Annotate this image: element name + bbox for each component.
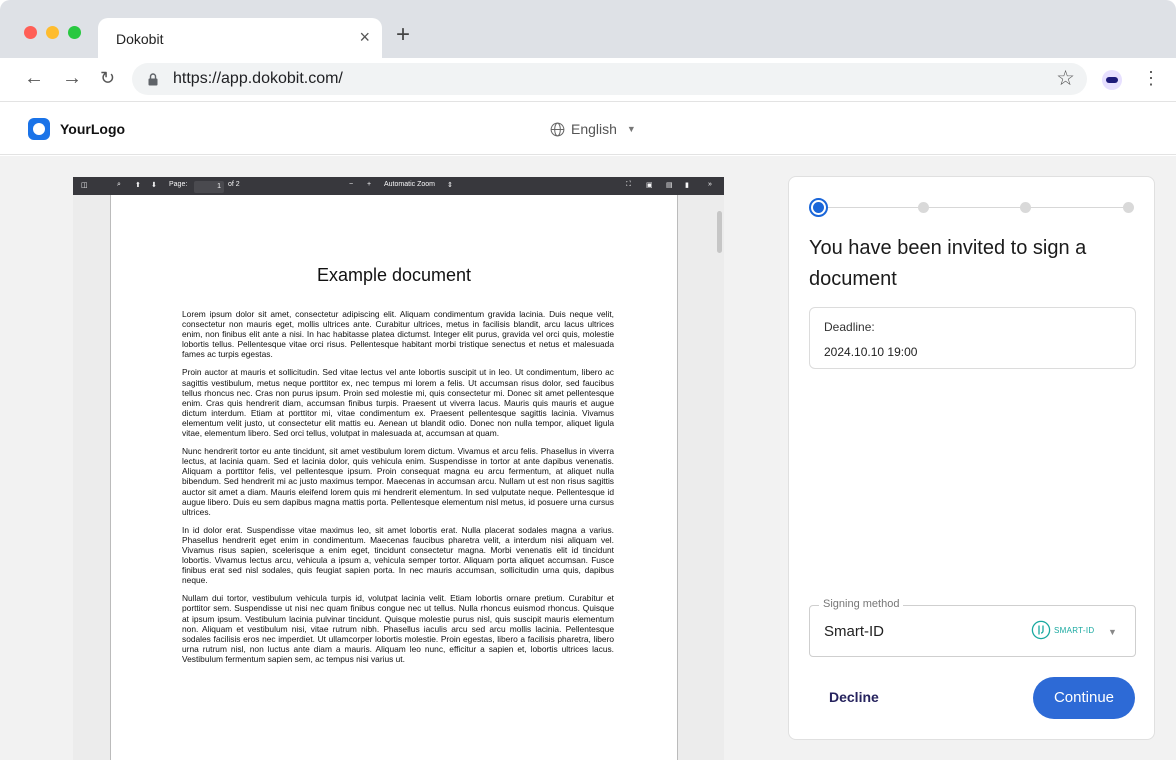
browser-toolbar: ← → ↻ https://app.dokobit.com/ ☆ ⋮ — [0, 58, 1176, 102]
deadline-box: Deadline: 2024.10.10 19:00 — [809, 307, 1136, 369]
close-window-button[interactable] — [24, 26, 37, 39]
chevron-down-icon: ▼ — [1108, 627, 1117, 637]
continue-button[interactable]: Continue — [1033, 677, 1135, 719]
document-body: Lorem ipsum dolor sit amet, consectetur … — [182, 309, 614, 672]
smart-id-logo: SMART-ID — [1031, 620, 1094, 640]
app-header: YourLogo English ▼ — [0, 103, 1176, 155]
document-title: Example document — [316, 265, 472, 285]
address-bar[interactable]: https://app.dokobit.com/ ☆ — [132, 63, 1087, 95]
presentation-mode-icon[interactable]: ⛶ — [626, 181, 631, 189]
more-tools-icon[interactable]: » — [708, 181, 712, 188]
card-heading: You have been invited to sign a document — [809, 237, 1087, 290]
document-paragraph: In id dolor erat. Suspendisse vitae maxi… — [182, 524, 614, 586]
window-controls — [24, 26, 81, 39]
pdf-toolbar: ◫ ⌕ ⬆ ⬇ Page: 1 of 2 − + Automatic Zoom … — [73, 177, 724, 195]
zoom-out-button[interactable]: − — [349, 181, 353, 188]
back-arrow-icon[interactable]: ← — [24, 67, 44, 89]
pdf-search-icon[interactable]: ⌕ — [117, 181, 121, 189]
progress-stepper — [809, 198, 1139, 218]
smart-id-logo-text: SMART-ID — [1054, 625, 1095, 635]
browser-tab[interactable]: Dokobit × — [98, 18, 382, 58]
tab-title: Dokobit — [116, 31, 164, 47]
step-2 — [918, 202, 929, 213]
globe-icon — [550, 122, 565, 136]
smart-id-icon — [1031, 620, 1051, 640]
minimize-window-button[interactable] — [46, 26, 59, 39]
deadline-value: 2024.10.10 19:00 — [824, 345, 918, 359]
logo-text: YourLogo — [60, 121, 126, 137]
pdf-page: Example document Lorem ipsum dolor sit a… — [110, 195, 678, 760]
page-number-input[interactable]: 1 — [194, 181, 224, 193]
lock-icon — [148, 73, 158, 86]
pdf-viewer: ◫ ⌕ ⬆ ⬇ Page: 1 of 2 − + Automatic Zoom … — [73, 177, 724, 760]
maximize-window-button[interactable] — [68, 26, 81, 39]
previous-page-icon[interactable]: ⬆ — [135, 181, 141, 189]
step-1-active — [809, 198, 828, 217]
decline-button[interactable]: Decline — [829, 689, 879, 705]
tab-close-icon[interactable]: × — [359, 27, 370, 47]
bookmark-star-icon[interactable]: ☆ — [1056, 66, 1075, 91]
url-text[interactable]: https://app.dokobit.com/ — [173, 70, 343, 88]
zoom-select-chevron-icon: ⇕ — [447, 182, 453, 189]
next-page-icon[interactable]: ⬇ — [151, 181, 157, 189]
logo-icon — [28, 118, 50, 140]
document-paragraph: Nullam dui tortor, vestibulum vehicula t… — [182, 593, 614, 664]
reload-icon[interactable]: ↻ — [100, 67, 115, 89]
extension-icon[interactable] — [1102, 70, 1122, 90]
forward-arrow-icon[interactable]: → — [62, 67, 82, 89]
document-paragraph: Lorem ipsum dolor sit amet, consectetur … — [182, 309, 614, 360]
signing-method-value: Smart-ID — [824, 623, 884, 640]
stepper-line — [819, 207, 1129, 208]
signing-method-label: Signing method — [819, 598, 904, 610]
pdf-scrollbar[interactable] — [716, 195, 724, 760]
main-content: ◫ ⌕ ⬆ ⬇ Page: 1 of 2 − + Automatic Zoom … — [0, 156, 1176, 760]
page-label: Page: — [169, 181, 188, 188]
document-paragraph: Nunc hendrerit tortor eu ante tincidunt,… — [182, 446, 614, 517]
signing-card: You have been invited to sign a document… — [788, 176, 1155, 740]
download-icon[interactable]: ▤ — [666, 181, 673, 189]
browser-menu-icon[interactable]: ⋮ — [1142, 68, 1160, 89]
language-label: English — [571, 121, 617, 137]
zoom-in-button[interactable]: + — [367, 181, 371, 188]
step-3 — [1020, 202, 1031, 213]
signing-method-select[interactable]: Signing method Smart-ID SMART-ID ▼ — [809, 598, 1136, 657]
document-paragraph: Proin auctor at mauris et sollicitudin. … — [182, 367, 614, 439]
new-tab-icon[interactable]: + — [396, 22, 410, 48]
page-total: of 2 — [228, 181, 240, 188]
chevron-down-icon: ▼ — [626, 124, 636, 134]
sidebar-toggle-icon[interactable]: ◫ — [81, 181, 88, 189]
browser-tab-bar: Dokobit × + — [0, 0, 1176, 58]
pdf-scrollbar-thumb[interactable] — [717, 211, 722, 253]
step-4 — [1123, 202, 1134, 213]
bookmark-icon[interactable]: ▮ — [685, 181, 689, 189]
deadline-label: Deadline: — [824, 320, 875, 334]
language-selector[interactable]: English ▼ — [550, 121, 636, 137]
print-icon[interactable]: ▣ — [646, 181, 653, 189]
zoom-select[interactable]: Automatic Zoom — [384, 181, 435, 188]
